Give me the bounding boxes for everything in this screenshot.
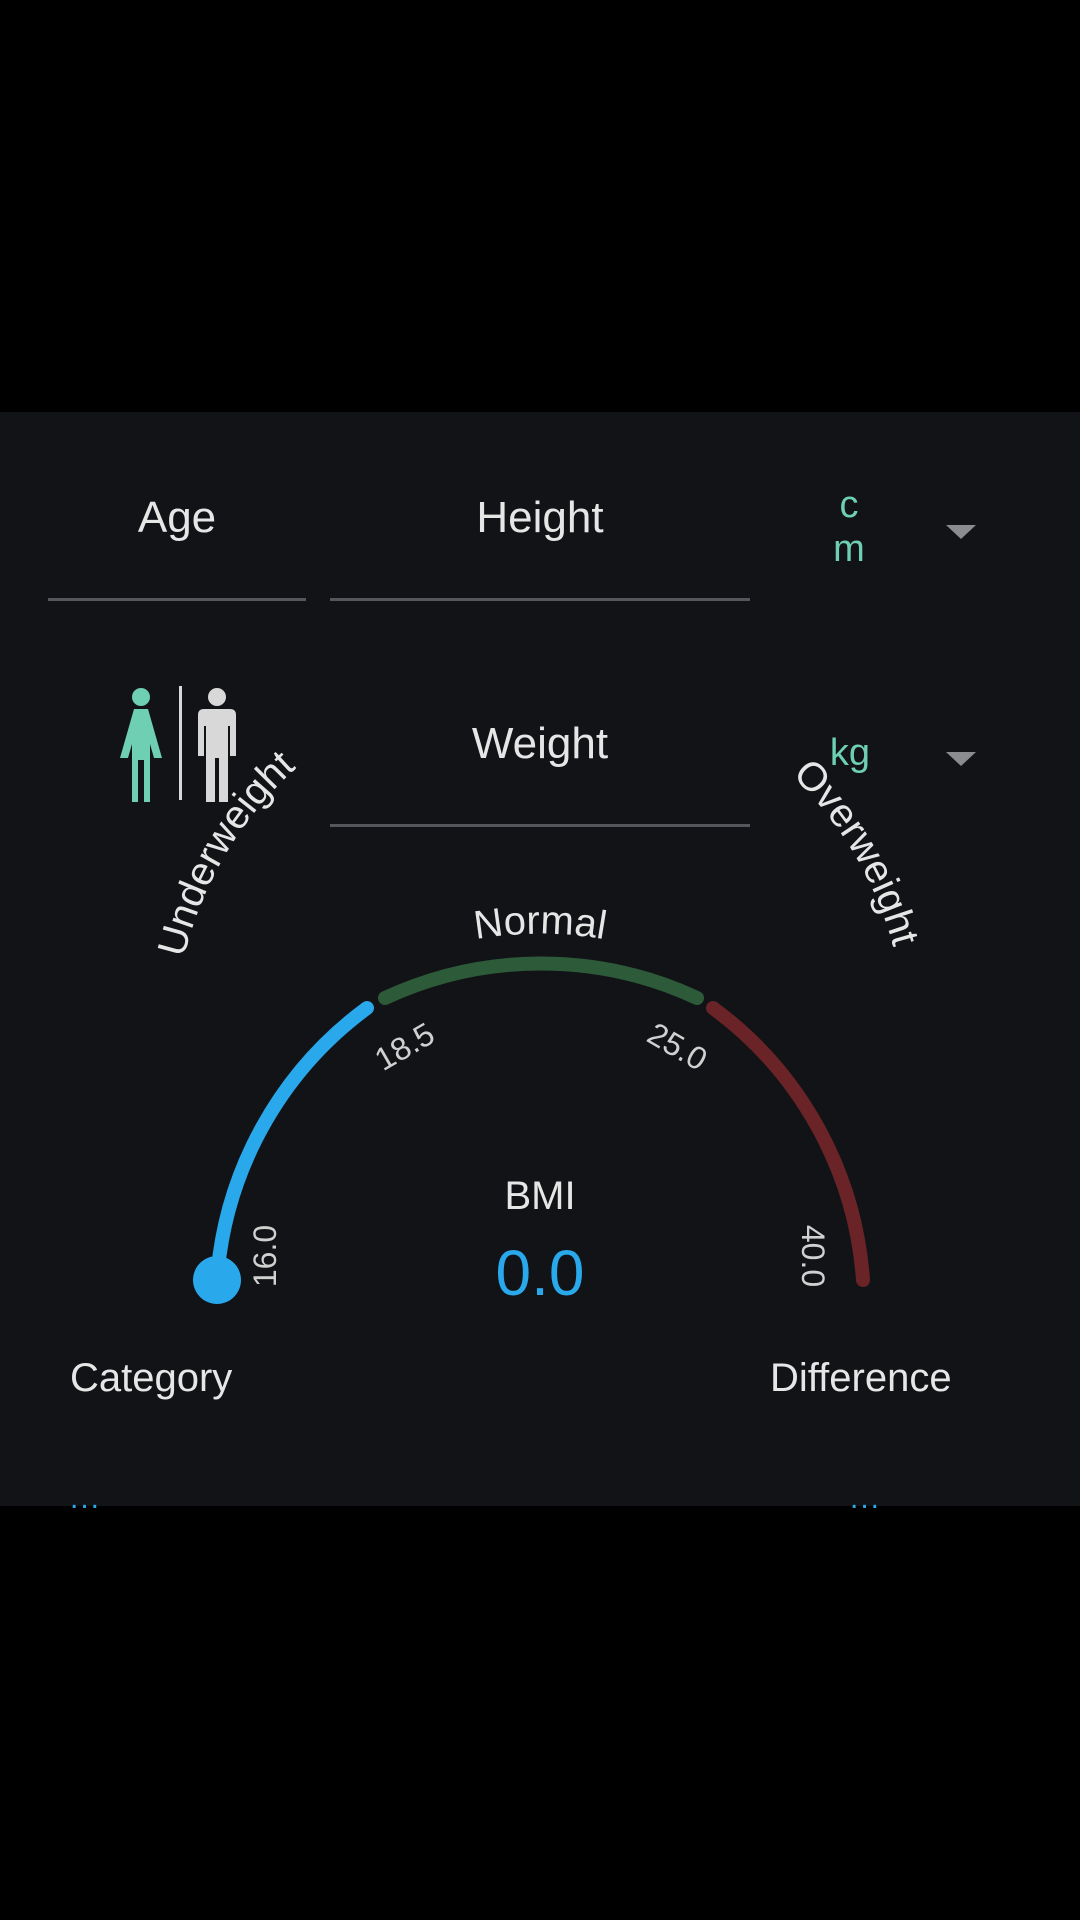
- bmi-value: 0.0: [495, 1237, 585, 1309]
- normal-label: Normal: [471, 898, 610, 948]
- normal-band: [378, 956, 704, 1005]
- underweight-label: Underweight: [150, 742, 303, 960]
- difference-value: ...: [850, 1482, 882, 1515]
- difference-label: Difference: [770, 1356, 952, 1400]
- underweight-band: [210, 1001, 374, 1287]
- tick-40: 40.0: [795, 1225, 831, 1287]
- overweight-label: Overweight: [785, 751, 927, 950]
- bmi-gauge: Underweight Normal Overweight 16.0 18.5 …: [150, 742, 927, 1304]
- tick-16: 16.0: [247, 1225, 283, 1287]
- category-label: Category: [70, 1356, 233, 1400]
- tick-25: 25.0: [642, 1015, 714, 1077]
- gauge-indicator-knob[interactable]: [193, 1256, 241, 1304]
- bmi-label: BMI: [504, 1174, 576, 1218]
- overweight-band: [706, 1001, 870, 1287]
- category-value: ...: [70, 1482, 102, 1515]
- bmi-calculator: Age Height cm Weight kg Underweight Norm…: [0, 412, 1080, 1515]
- tick-18-5: 18.5: [369, 1015, 441, 1077]
